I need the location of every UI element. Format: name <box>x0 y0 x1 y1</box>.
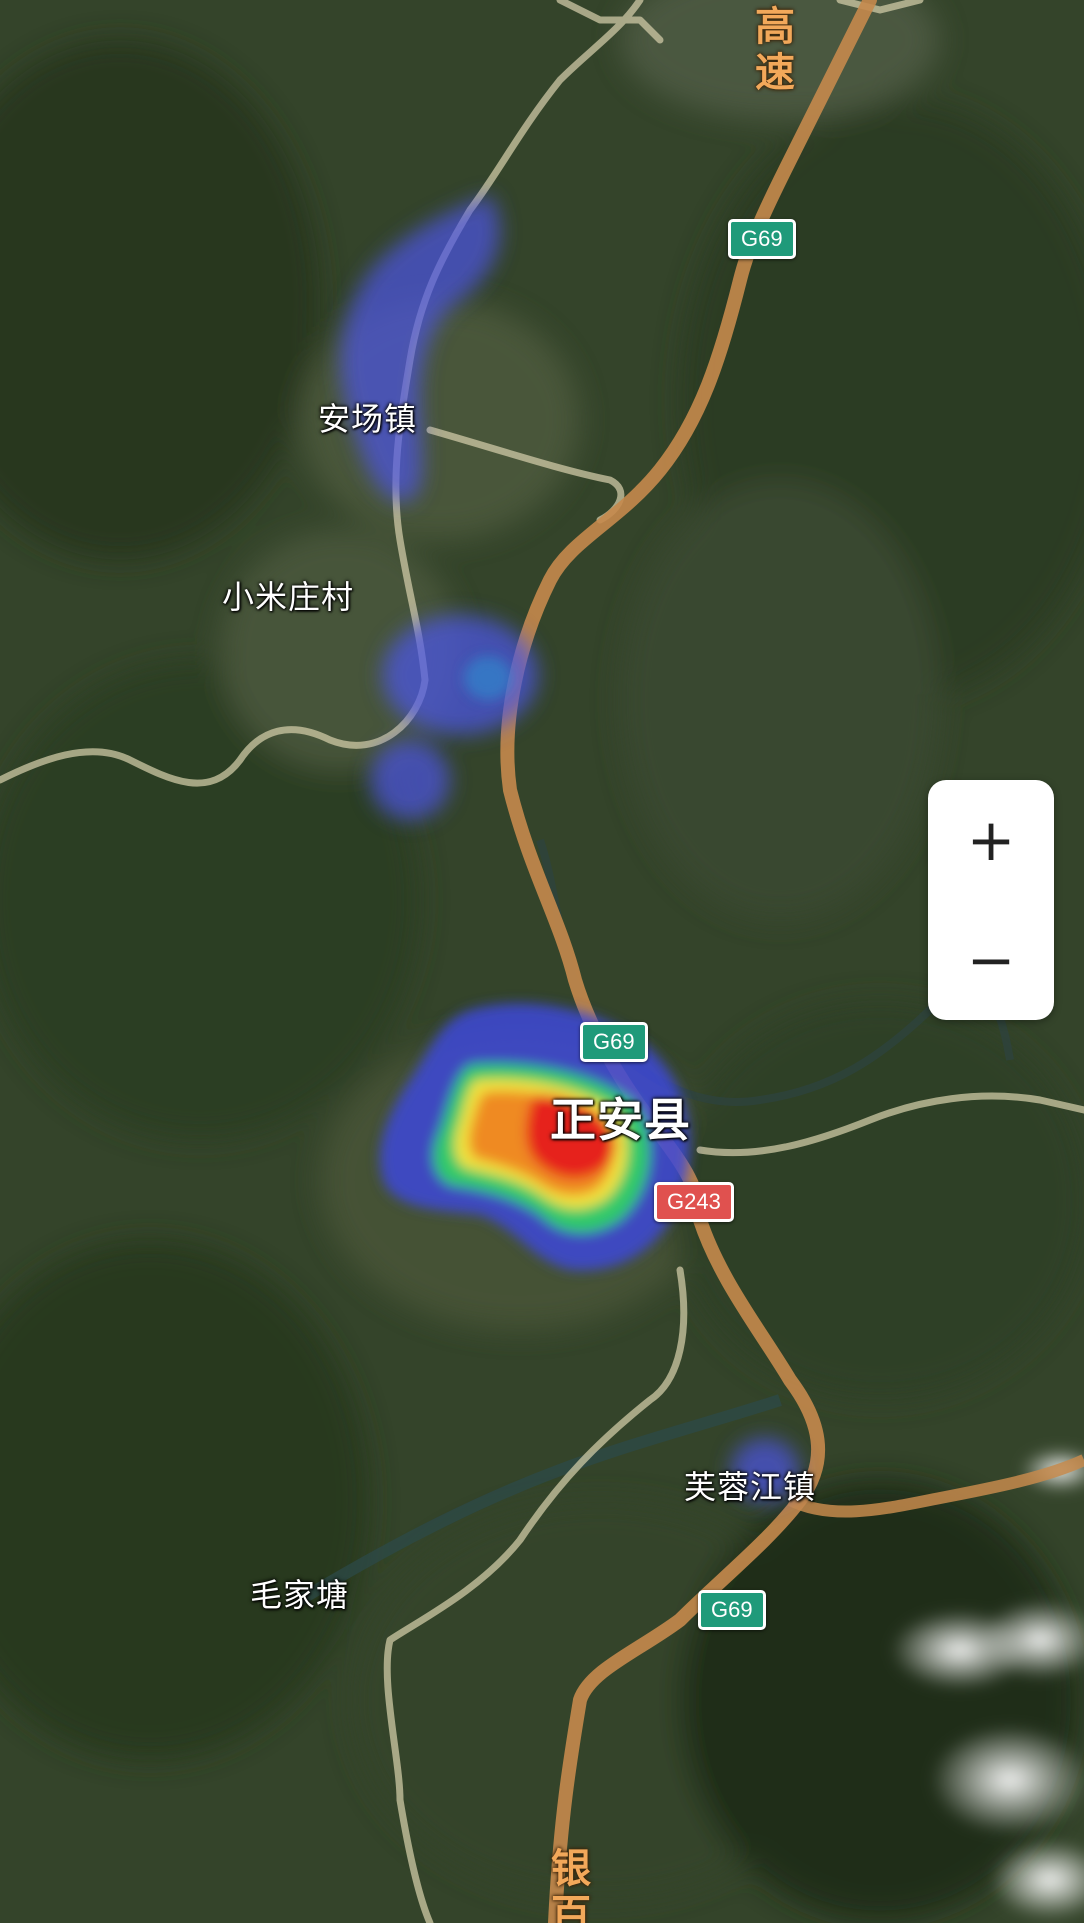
zoom-control: + − <box>928 780 1054 1020</box>
road-shield-g243: G243 <box>654 1182 734 1222</box>
heat-blob-north-2 <box>370 740 450 820</box>
map-view[interactable]: 安场镇 小米庄村 正安县 芙蓉江镇 毛家塘 G69 G69 G243 G69 高… <box>0 0 1084 1923</box>
place-label-anchang: 安场镇 <box>318 400 418 438</box>
zoom-out-button[interactable]: − <box>928 900 1054 1020</box>
expressway-label-top: 高速 <box>755 4 795 96</box>
heat-blob-north <box>382 615 538 735</box>
road-shield-g69: G69 <box>728 219 796 259</box>
zoom-in-button[interactable]: + <box>928 780 1054 900</box>
heatmap-layer <box>340 195 799 1502</box>
heat-blob-anchang <box>340 195 500 502</box>
place-label-maojiatang: 毛家塘 <box>250 1576 350 1614</box>
expressway-label-bottom: 银百 <box>551 1846 591 1923</box>
place-label-furongjiang: 芙蓉江镇 <box>684 1468 817 1506</box>
place-label-zhengan: 正安县 <box>550 1093 691 1147</box>
place-label-xiaomizhuang: 小米庄村 <box>222 578 355 616</box>
road-shield-g69: G69 <box>580 1022 648 1062</box>
road-shield-g69: G69 <box>698 1590 766 1630</box>
